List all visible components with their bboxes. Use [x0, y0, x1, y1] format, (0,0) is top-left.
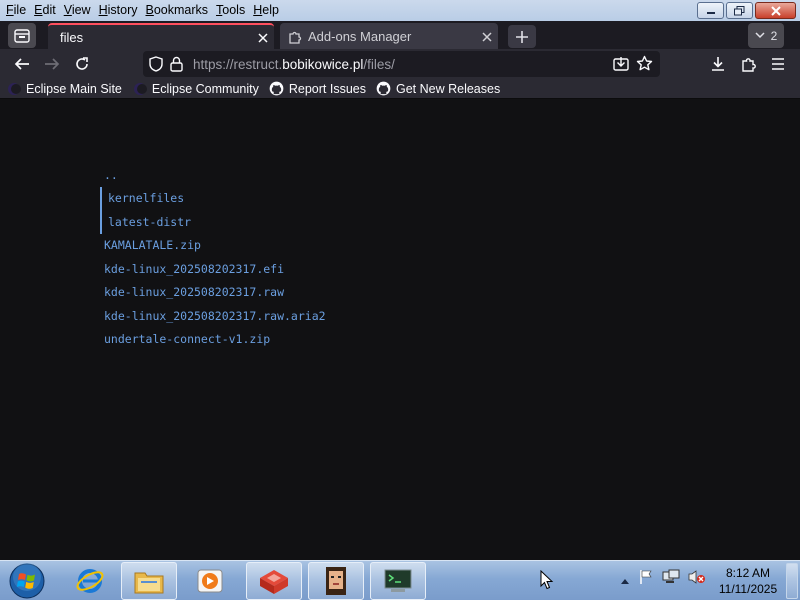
file-link[interactable]: kde-linux_202508202317.raw.aria2 [100, 304, 326, 328]
file-link[interactable]: kde-linux_202508202317.efi [100, 257, 326, 281]
reload-button[interactable] [70, 52, 94, 76]
close-icon [770, 5, 781, 16]
clock-time: 8:12 AM [725, 566, 771, 580]
window-controls [697, 2, 796, 19]
chevron-down-icon [755, 32, 765, 39]
taskbar-clock[interactable]: 8:12 AM 11/11/2025 [712, 565, 784, 597]
desktop-screen: File Edit View History Bookmarks Tools H… [0, 0, 800, 600]
menu: File Edit View History Bookmarks Tools H… [0, 0, 283, 21]
reload-icon [76, 57, 88, 70]
eclipse-icon [6, 81, 22, 97]
tab-close-button[interactable] [252, 30, 274, 46]
restore-button[interactable] [726, 2, 753, 19]
url-text[interactable]: https://restruct.bobikowice.pl/files/ [193, 57, 395, 72]
minimize-button[interactable] [697, 2, 724, 19]
directory-link[interactable]: latest-distr [100, 210, 326, 234]
github-icon [376, 81, 392, 97]
nav-bar: https://restruct.bobikowice.pl/files/ [0, 49, 800, 79]
window-menubar: File Edit View History Bookmarks Tools H… [0, 0, 800, 21]
puzzle-icon [288, 30, 308, 44]
file-listing: .. kernelfiles latest-distr KAMALATALE.z… [100, 163, 326, 351]
star-icon[interactable] [636, 55, 653, 76]
taskbar-app-avatar[interactable] [308, 562, 364, 600]
action-center-flag-icon[interactable] [638, 569, 654, 589]
terminal-icon [384, 569, 412, 592]
menu-edit[interactable]: Edit [30, 0, 60, 21]
taskbar-media-player[interactable] [182, 562, 238, 600]
taskbar: 8:12 AM 11/11/2025 [0, 560, 800, 600]
tab-addons-manager[interactable]: Add-ons Manager [280, 23, 498, 50]
back-arrow-icon [14, 58, 29, 70]
close-window-button[interactable] [755, 2, 796, 19]
menu-bookmarks[interactable]: Bookmarks [142, 0, 213, 21]
save-to-pocket-icon[interactable] [613, 56, 629, 76]
list-all-tabs-button[interactable]: 2 [748, 23, 784, 48]
network-icon[interactable] [662, 569, 680, 589]
file-link[interactable]: kde-linux_202508202317.raw [100, 281, 326, 305]
tab-count: 2 [770, 28, 778, 43]
directory-link[interactable]: kernelfiles [100, 186, 326, 210]
page-content: .. kernelfiles latest-distr KAMALATALE.z… [0, 100, 800, 560]
start-button[interactable] [7, 562, 47, 600]
restore-icon [734, 5, 745, 15]
github-icon [269, 81, 285, 97]
minimize-icon [706, 11, 715, 14]
menu-file[interactable]: File [2, 0, 30, 21]
tab-files[interactable]: files [48, 23, 274, 50]
internet-explorer-icon [76, 569, 104, 593]
bookmark-report-issues[interactable]: Report Issues [269, 81, 366, 97]
bookmark-eclipse-community[interactable]: Eclipse Community [132, 81, 259, 97]
close-icon [482, 31, 492, 42]
hamburger-menu-icon [772, 58, 784, 70]
system-tray [620, 569, 706, 589]
menu-history[interactable]: History [95, 0, 142, 21]
tab-title: files [60, 30, 84, 45]
new-tab-button[interactable] [508, 25, 536, 48]
media-player-icon [197, 569, 223, 593]
back-button[interactable] [10, 52, 34, 76]
bookmarks-toolbar: Eclipse Main Site Eclipse Community Repo… [0, 79, 800, 99]
firefox-view-icon [14, 28, 30, 43]
taskbar-app-red[interactable] [246, 562, 302, 600]
url-bar[interactable]: https://restruct.bobikowice.pl/files/ [143, 51, 660, 77]
shield-icon[interactable] [149, 56, 163, 76]
taskbar-internet-explorer[interactable] [62, 562, 118, 600]
bookmark-get-new-releases[interactable]: Get New Releases [376, 81, 500, 97]
downloads-button[interactable] [706, 52, 730, 76]
forward-arrow-icon [45, 58, 60, 70]
app-menu-button[interactable] [766, 52, 790, 76]
folder-icon [134, 572, 164, 594]
menu-view[interactable]: View [60, 0, 95, 21]
parent-directory-link[interactable]: .. [100, 163, 326, 187]
tab-strip: files Add-ons Manager 2 [0, 21, 800, 50]
file-link[interactable]: KAMALATALE.zip [100, 234, 326, 258]
taskbar-file-explorer[interactable] [121, 562, 177, 600]
tab-title: Add-ons Manager [308, 29, 412, 44]
extensions-button[interactable] [737, 52, 761, 76]
taskbar-app-terminal[interactable] [370, 562, 426, 600]
bookmark-eclipse-main-site[interactable]: Eclipse Main Site [6, 81, 122, 97]
lock-icon[interactable] [170, 56, 183, 76]
tray-overflow-chevron-icon[interactable] [620, 570, 630, 589]
show-desktop-button[interactable] [786, 563, 798, 599]
windows-orb-icon [9, 563, 45, 599]
eclipse-icon [132, 81, 148, 97]
menu-help[interactable]: Help [249, 0, 283, 21]
download-icon [712, 57, 724, 71]
mouse-cursor-icon [540, 569, 554, 594]
menu-tools[interactable]: Tools [212, 0, 249, 21]
volume-muted-icon[interactable] [688, 569, 706, 589]
puzzle-icon [742, 58, 756, 72]
file-link[interactable]: undertale-connect-v1.zip [100, 328, 326, 352]
plus-icon [516, 30, 528, 43]
red-box-app-icon [260, 570, 288, 594]
pixel-face-app-icon [326, 567, 346, 595]
forward-button[interactable] [40, 52, 64, 76]
tab-close-button[interactable] [476, 29, 498, 45]
clock-date: 11/11/2025 [718, 582, 778, 596]
firefox-view-button[interactable] [8, 23, 36, 48]
close-icon [258, 32, 268, 43]
